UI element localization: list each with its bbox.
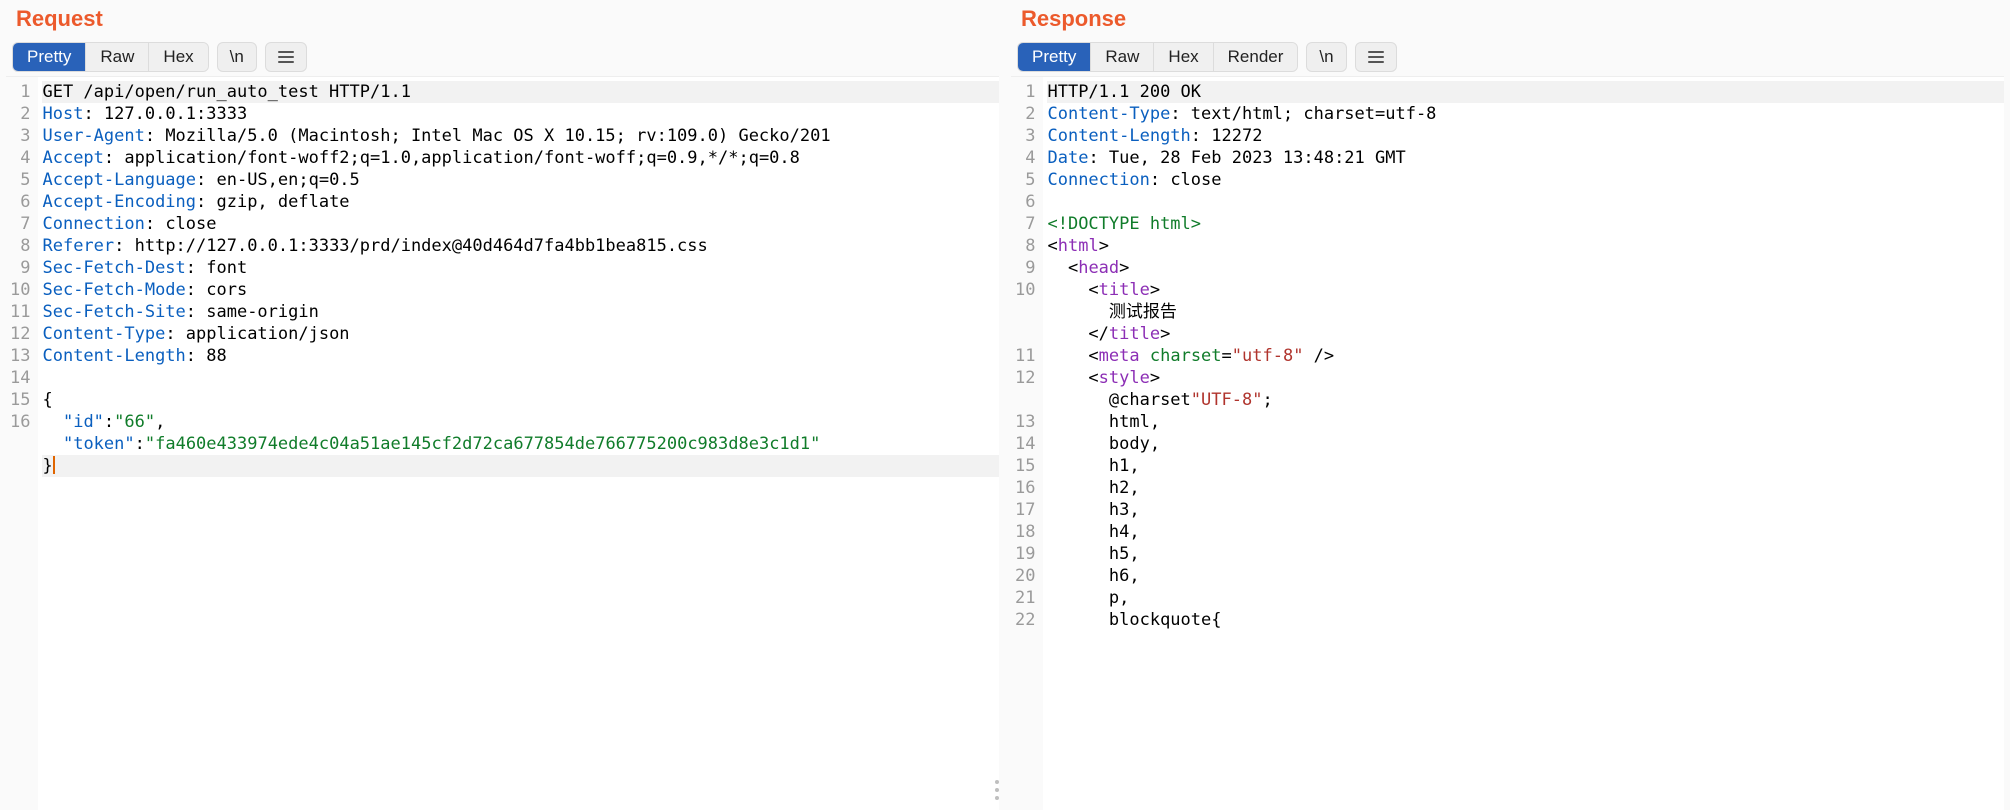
code-line[interactable]: User-Agent: Mozilla/5.0 (Macintosh; Inte… (42, 125, 999, 147)
request-editor[interactable]: 12345678910111213141516 GET /api/open/ru… (6, 76, 999, 810)
code-line[interactable]: Content-Length: 88 (42, 345, 999, 367)
code-line[interactable]: <meta charset="utf-8" /> (1047, 345, 2004, 367)
code-line[interactable]: Content-Type: text/html; charset=utf-8 (1047, 103, 2004, 125)
response-view-tabs: PrettyRawHexRender (1017, 42, 1298, 72)
response-toolbar: PrettyRawHexRender \n (1011, 42, 2004, 76)
code-line[interactable]: } (42, 455, 999, 477)
code-line[interactable]: <head> (1047, 257, 2004, 279)
code-line[interactable]: Date: Tue, 28 Feb 2023 13:48:21 GMT (1047, 147, 2004, 169)
code-line[interactable]: h1, (1047, 455, 2004, 477)
code-line[interactable]: Sec-Fetch-Mode: cors (42, 279, 999, 301)
code-line[interactable]: Accept-Language: en-US,en;q=0.5 (42, 169, 999, 191)
code-line[interactable]: h2, (1047, 477, 2004, 499)
code-line[interactable]: Accept: application/font-woff2;q=1.0,app… (42, 147, 999, 169)
request-title: Request (6, 0, 999, 42)
code-line[interactable] (1047, 191, 2004, 213)
code-line[interactable]: h3, (1047, 499, 2004, 521)
response-code[interactable]: HTTP/1.1 200 OKContent-Type: text/html; … (1043, 77, 2004, 810)
response-pane: Response PrettyRawHexRender \n 123456789… (1005, 0, 2010, 810)
code-line[interactable]: Connection: close (42, 213, 999, 235)
code-line[interactable]: Content-Length: 12272 (1047, 125, 2004, 147)
code-line[interactable]: GET /api/open/run_auto_test HTTP/1.1 (42, 81, 999, 103)
code-line[interactable]: <!DOCTYPE html> (1047, 213, 2004, 235)
code-line[interactable]: <html> (1047, 235, 2004, 257)
code-line[interactable]: </title> (1047, 323, 2004, 345)
request-view-tabs: PrettyRawHex (12, 42, 209, 72)
code-line[interactable]: Referer: http://127.0.0.1:3333/prd/index… (42, 235, 999, 257)
code-line[interactable]: Host: 127.0.0.1:3333 (42, 103, 999, 125)
code-line[interactable]: Content-Type: application/json (42, 323, 999, 345)
newline-toggle[interactable]: \n (1306, 42, 1346, 72)
code-line[interactable]: { (42, 389, 999, 411)
response-gutter: 12345678910111213141516171819202122 (1011, 77, 1043, 810)
code-line[interactable]: h4, (1047, 521, 2004, 543)
resize-handle-icon[interactable] (995, 780, 999, 800)
code-line[interactable] (42, 367, 999, 389)
code-line[interactable]: @charset"UTF-8"; (1047, 389, 2004, 411)
options-menu-button[interactable] (265, 42, 307, 72)
code-line[interactable]: HTTP/1.1 200 OK (1047, 81, 2004, 103)
request-gutter: 12345678910111213141516 (6, 77, 38, 810)
text-cursor (53, 456, 55, 474)
code-line[interactable]: <style> (1047, 367, 2004, 389)
code-line[interactable]: Accept-Encoding: gzip, deflate (42, 191, 999, 213)
code-line[interactable]: 测试报告 (1047, 301, 2004, 323)
code-line[interactable]: Sec-Fetch-Dest: font (42, 257, 999, 279)
code-line[interactable]: Sec-Fetch-Site: same-origin (42, 301, 999, 323)
options-menu-button[interactable] (1355, 42, 1397, 72)
code-line[interactable]: blockquote{ (1047, 609, 2004, 631)
code-line[interactable]: h5, (1047, 543, 2004, 565)
view-tab-hex[interactable]: Hex (1153, 43, 1212, 71)
view-tab-pretty[interactable]: Pretty (1018, 43, 1090, 71)
view-tab-raw[interactable]: Raw (85, 43, 148, 71)
hamburger-icon (278, 48, 294, 66)
code-line[interactable]: html, (1047, 411, 2004, 433)
code-line[interactable]: h6, (1047, 565, 2004, 587)
hamburger-icon (1368, 48, 1384, 66)
response-title: Response (1011, 0, 2004, 42)
code-line[interactable]: p, (1047, 587, 2004, 609)
code-line[interactable]: <title> (1047, 279, 2004, 301)
code-line[interactable]: Connection: close (1047, 169, 2004, 191)
code-line[interactable]: body, (1047, 433, 2004, 455)
newline-toggle[interactable]: \n (217, 42, 257, 72)
code-line[interactable]: "token":"fa460e433974ede4c04a51ae145cf2d… (42, 433, 999, 455)
request-toolbar: PrettyRawHex \n (6, 42, 999, 76)
request-code[interactable]: GET /api/open/run_auto_test HTTP/1.1Host… (38, 77, 999, 810)
view-tab-pretty[interactable]: Pretty (13, 43, 85, 71)
code-line[interactable]: "id":"66", (42, 411, 999, 433)
view-tab-hex[interactable]: Hex (148, 43, 207, 71)
request-pane: Request PrettyRawHex \n 1234567891011121… (0, 0, 1005, 810)
view-tab-raw[interactable]: Raw (1090, 43, 1153, 71)
response-editor[interactable]: 12345678910111213141516171819202122 HTTP… (1011, 76, 2004, 810)
view-tab-render[interactable]: Render (1213, 43, 1298, 71)
